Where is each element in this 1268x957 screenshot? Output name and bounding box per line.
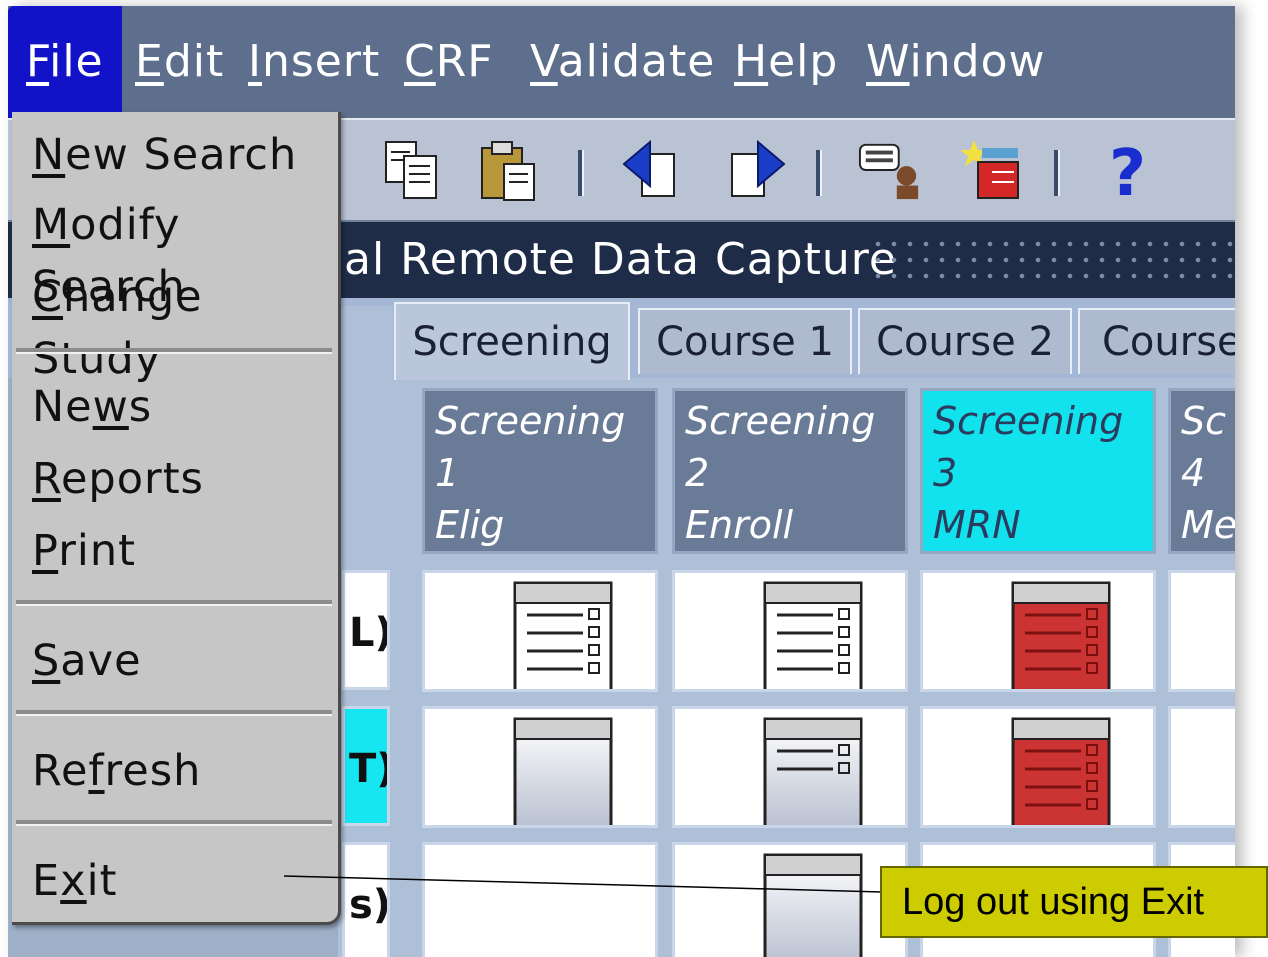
annotation-callout: Log out using Exit: [880, 866, 1268, 938]
callout-pointer-line: [283, 875, 883, 893]
